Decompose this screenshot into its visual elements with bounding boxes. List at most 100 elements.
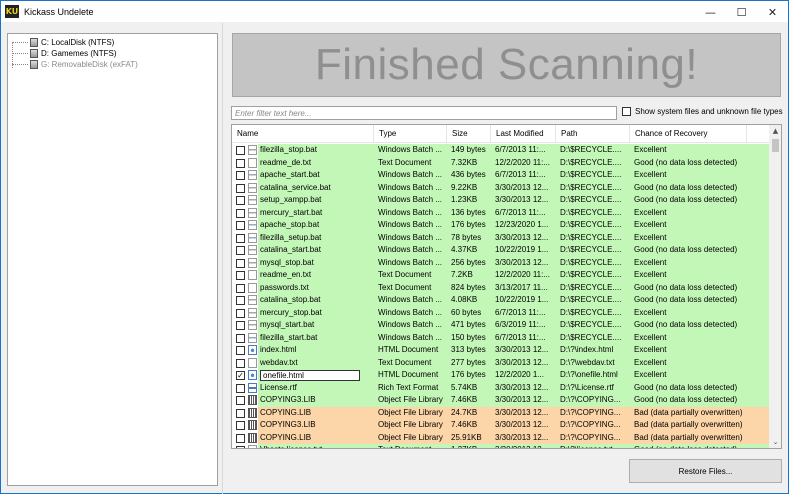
- column-header-last-modified[interactable]: Last Modified: [491, 125, 556, 143]
- file-row[interactable]: apache_start.bat Windows Batch ... 436 byt…: [232, 169, 769, 182]
- file-row[interactable]: filezilla_setup.bat Windows Batch ... 78 b…: [232, 231, 769, 244]
- restore-files-button[interactable]: Restore Files...: [629, 459, 782, 483]
- file-modified: 3/30/2013 12...: [495, 395, 549, 404]
- file-list[interactable]: Name Type Size Last Modified Path Chance…: [231, 124, 782, 449]
- file-path: D:\$RECYCLE....: [560, 157, 622, 167]
- file-row[interactable]: readme_de.txt Text Document 7.32KB 12/2/202…: [232, 156, 769, 169]
- file-row[interactable]: mysql_start.bat Windows Batch ... 471 byte…: [232, 319, 769, 332]
- column-header-path[interactable]: Path: [556, 125, 630, 143]
- file-modified: 6/7/2013 11:...: [495, 145, 546, 154]
- file-modified: 3/30/2013 12...: [495, 357, 549, 367]
- panel-splitter[interactable]: [222, 23, 223, 494]
- row-checkbox[interactable]: [236, 296, 245, 305]
- file-row[interactable]: webdav.txt Text Document 277 bytes 3/30/201…: [232, 356, 769, 369]
- file-size: 7.2KB: [451, 270, 473, 279]
- row-checkbox[interactable]: [236, 346, 245, 355]
- file-row[interactable]: ✓ onefile.html HTML Document 176 bytes 12/2/…: [232, 369, 769, 382]
- file-row[interactable]: filezilla_start.bat Windows Batch ... 150 …: [232, 331, 769, 344]
- minimize-button[interactable]: —: [695, 1, 726, 23]
- row-checkbox[interactable]: [236, 446, 245, 448]
- row-checkbox[interactable]: [236, 433, 245, 443]
- file-path: D:\$RECYCLE....: [560, 257, 622, 267]
- file-row[interactable]: index.html HTML Document 313 bytes 3/30/201…: [232, 344, 769, 357]
- file-row[interactable]: mysql_stop.bat Windows Batch ... 256 bytes…: [232, 256, 769, 269]
- file-row[interactable]: catalina_stop.bat Windows Batch ... 4.08KB…: [232, 294, 769, 307]
- file-modified: 3/30/2013 12...: [495, 195, 549, 204]
- file-path: D:\$RECYCLE....: [560, 307, 622, 317]
- row-checkbox[interactable]: [236, 333, 245, 343]
- file-row[interactable]: COPYING3.LIB Object File Library 7.46KB 3/3…: [232, 394, 769, 407]
- rename-input[interactable]: onefile.html: [260, 369, 360, 381]
- file-path: D:\$RECYCLE....: [560, 195, 622, 204]
- row-checkbox[interactable]: [236, 171, 245, 180]
- row-checkbox[interactable]: [236, 158, 245, 168]
- close-button[interactable]: ✕: [757, 1, 788, 23]
- row-checkbox[interactable]: [236, 421, 245, 430]
- tree-item-g-drive[interactable]: G: RemovableDisk (exFAT): [12, 59, 138, 70]
- file-recovery: Excellent: [634, 170, 667, 179]
- file-recovery: Bad (data partially overwritten): [634, 420, 743, 429]
- file-row[interactable]: COPYING.LIB Object File Library 25.91KB 3/3…: [232, 431, 769, 444]
- batch-file-icon: [248, 295, 257, 305]
- row-checkbox[interactable]: [236, 146, 245, 155]
- file-modified: 3/30/2013 12...: [495, 432, 549, 442]
- column-header-name[interactable]: Name: [232, 125, 374, 143]
- tree-item-d-drive[interactable]: D: Gamemes (NTFS): [12, 48, 117, 59]
- row-checkbox[interactable]: [236, 321, 245, 330]
- show-system-files-checkbox[interactable]: [622, 107, 631, 116]
- tree-item-label: D: Gamemes (NTFS): [41, 49, 117, 58]
- scroll-up-arrow-icon[interactable]: ▲: [769, 125, 781, 137]
- file-name: COPYING3.LIB: [260, 420, 316, 429]
- file-row[interactable]: filezilla_stop.bat Windows Batch ... 149 b…: [232, 144, 769, 157]
- file-row[interactable]: mercury_start.bat Windows Batch ... 136 by…: [232, 206, 769, 219]
- file-row[interactable]: License.rtf Rich Text Format 5.74KB 3/30/20…: [232, 381, 769, 394]
- row-checkbox[interactable]: [236, 283, 245, 293]
- filter-input[interactable]: [231, 106, 617, 120]
- scrollbar-thumb[interactable]: [772, 139, 779, 152]
- scroll-down-arrow-icon[interactable]: ⌄: [769, 436, 781, 448]
- row-checkbox[interactable]: [236, 396, 245, 405]
- file-name: mercury_stop.bat: [260, 307, 322, 317]
- file-size: 277 bytes: [451, 357, 486, 367]
- file-row[interactable]: readme_en.txt Text Document 7.2KB 12/2/2020…: [232, 269, 769, 282]
- batch-file-icon: [248, 257, 257, 268]
- row-checkbox[interactable]: [236, 196, 245, 205]
- maximize-button[interactable]: ☐: [726, 1, 757, 23]
- file-row[interactable]: Vhosts.license.txtText Document1.27KB3/3…: [232, 444, 769, 448]
- file-modified: 3/30/2013 12...: [493, 444, 556, 448]
- row-checkbox[interactable]: [236, 383, 245, 393]
- column-header-type[interactable]: Type: [374, 125, 447, 143]
- file-row[interactable]: apache_stop.bat Windows Batch ... 176 byte…: [232, 219, 769, 232]
- row-checkbox[interactable]: [236, 358, 245, 368]
- file-row[interactable]: mercury_stop.bat Windows Batch ... 60 byte…: [232, 306, 769, 319]
- show-system-files-option[interactable]: Show system files and unknown file types: [622, 107, 783, 116]
- file-row[interactable]: COPYING.LIB Object File Library 24.7KB 3/30…: [232, 406, 769, 419]
- row-checkbox[interactable]: [236, 208, 245, 218]
- file-recovery: Good (no data loss detected): [634, 282, 738, 292]
- file-row[interactable]: setup_xampp.bat Windows Batch ... 1.23KB 3/…: [232, 194, 769, 207]
- file-row[interactable]: catalina_start.bat Windows Batch ... 4.37K…: [232, 244, 769, 257]
- row-checkbox[interactable]: [236, 221, 245, 230]
- file-row[interactable]: passwords.txt Text Document 824 bytes 3/13/…: [232, 281, 769, 294]
- tree-item-c-drive[interactable]: C: LocalDisk (NTFS): [12, 37, 114, 48]
- file-size: 7.32KB: [451, 157, 478, 167]
- row-checkbox[interactable]: [236, 408, 245, 418]
- scan-status-banner: Finished Scanning!: [232, 33, 781, 97]
- column-header-recovery[interactable]: Chance of Recovery: [630, 125, 747, 143]
- vertical-scrollbar[interactable]: ▲ ⌄: [769, 125, 781, 448]
- row-checkbox[interactable]: [236, 246, 245, 255]
- row-checkbox[interactable]: [236, 271, 245, 280]
- drive-tree[interactable]: C: LocalDisk (NTFS) D: Gamemes (NTFS) G:…: [7, 33, 218, 486]
- batch-file-icon: [248, 232, 257, 243]
- file-row[interactable]: catalina_service.bat Windows Batch ... 9.2…: [232, 181, 769, 194]
- file-path: D:\$RECYCLE....: [560, 232, 622, 242]
- row-checkbox[interactable]: [236, 308, 245, 318]
- file-row[interactable]: COPYING3.LIB Object File Library 7.46KB 3/3…: [232, 419, 769, 432]
- hard-drive-icon: [30, 49, 38, 58]
- file-name: passwords.txt: [260, 282, 309, 292]
- row-checkbox[interactable]: [236, 258, 245, 268]
- column-header-size[interactable]: Size: [447, 125, 491, 143]
- row-checkbox[interactable]: [236, 233, 245, 243]
- row-checkbox[interactable]: ✓: [236, 371, 245, 380]
- row-checkbox[interactable]: [236, 183, 245, 193]
